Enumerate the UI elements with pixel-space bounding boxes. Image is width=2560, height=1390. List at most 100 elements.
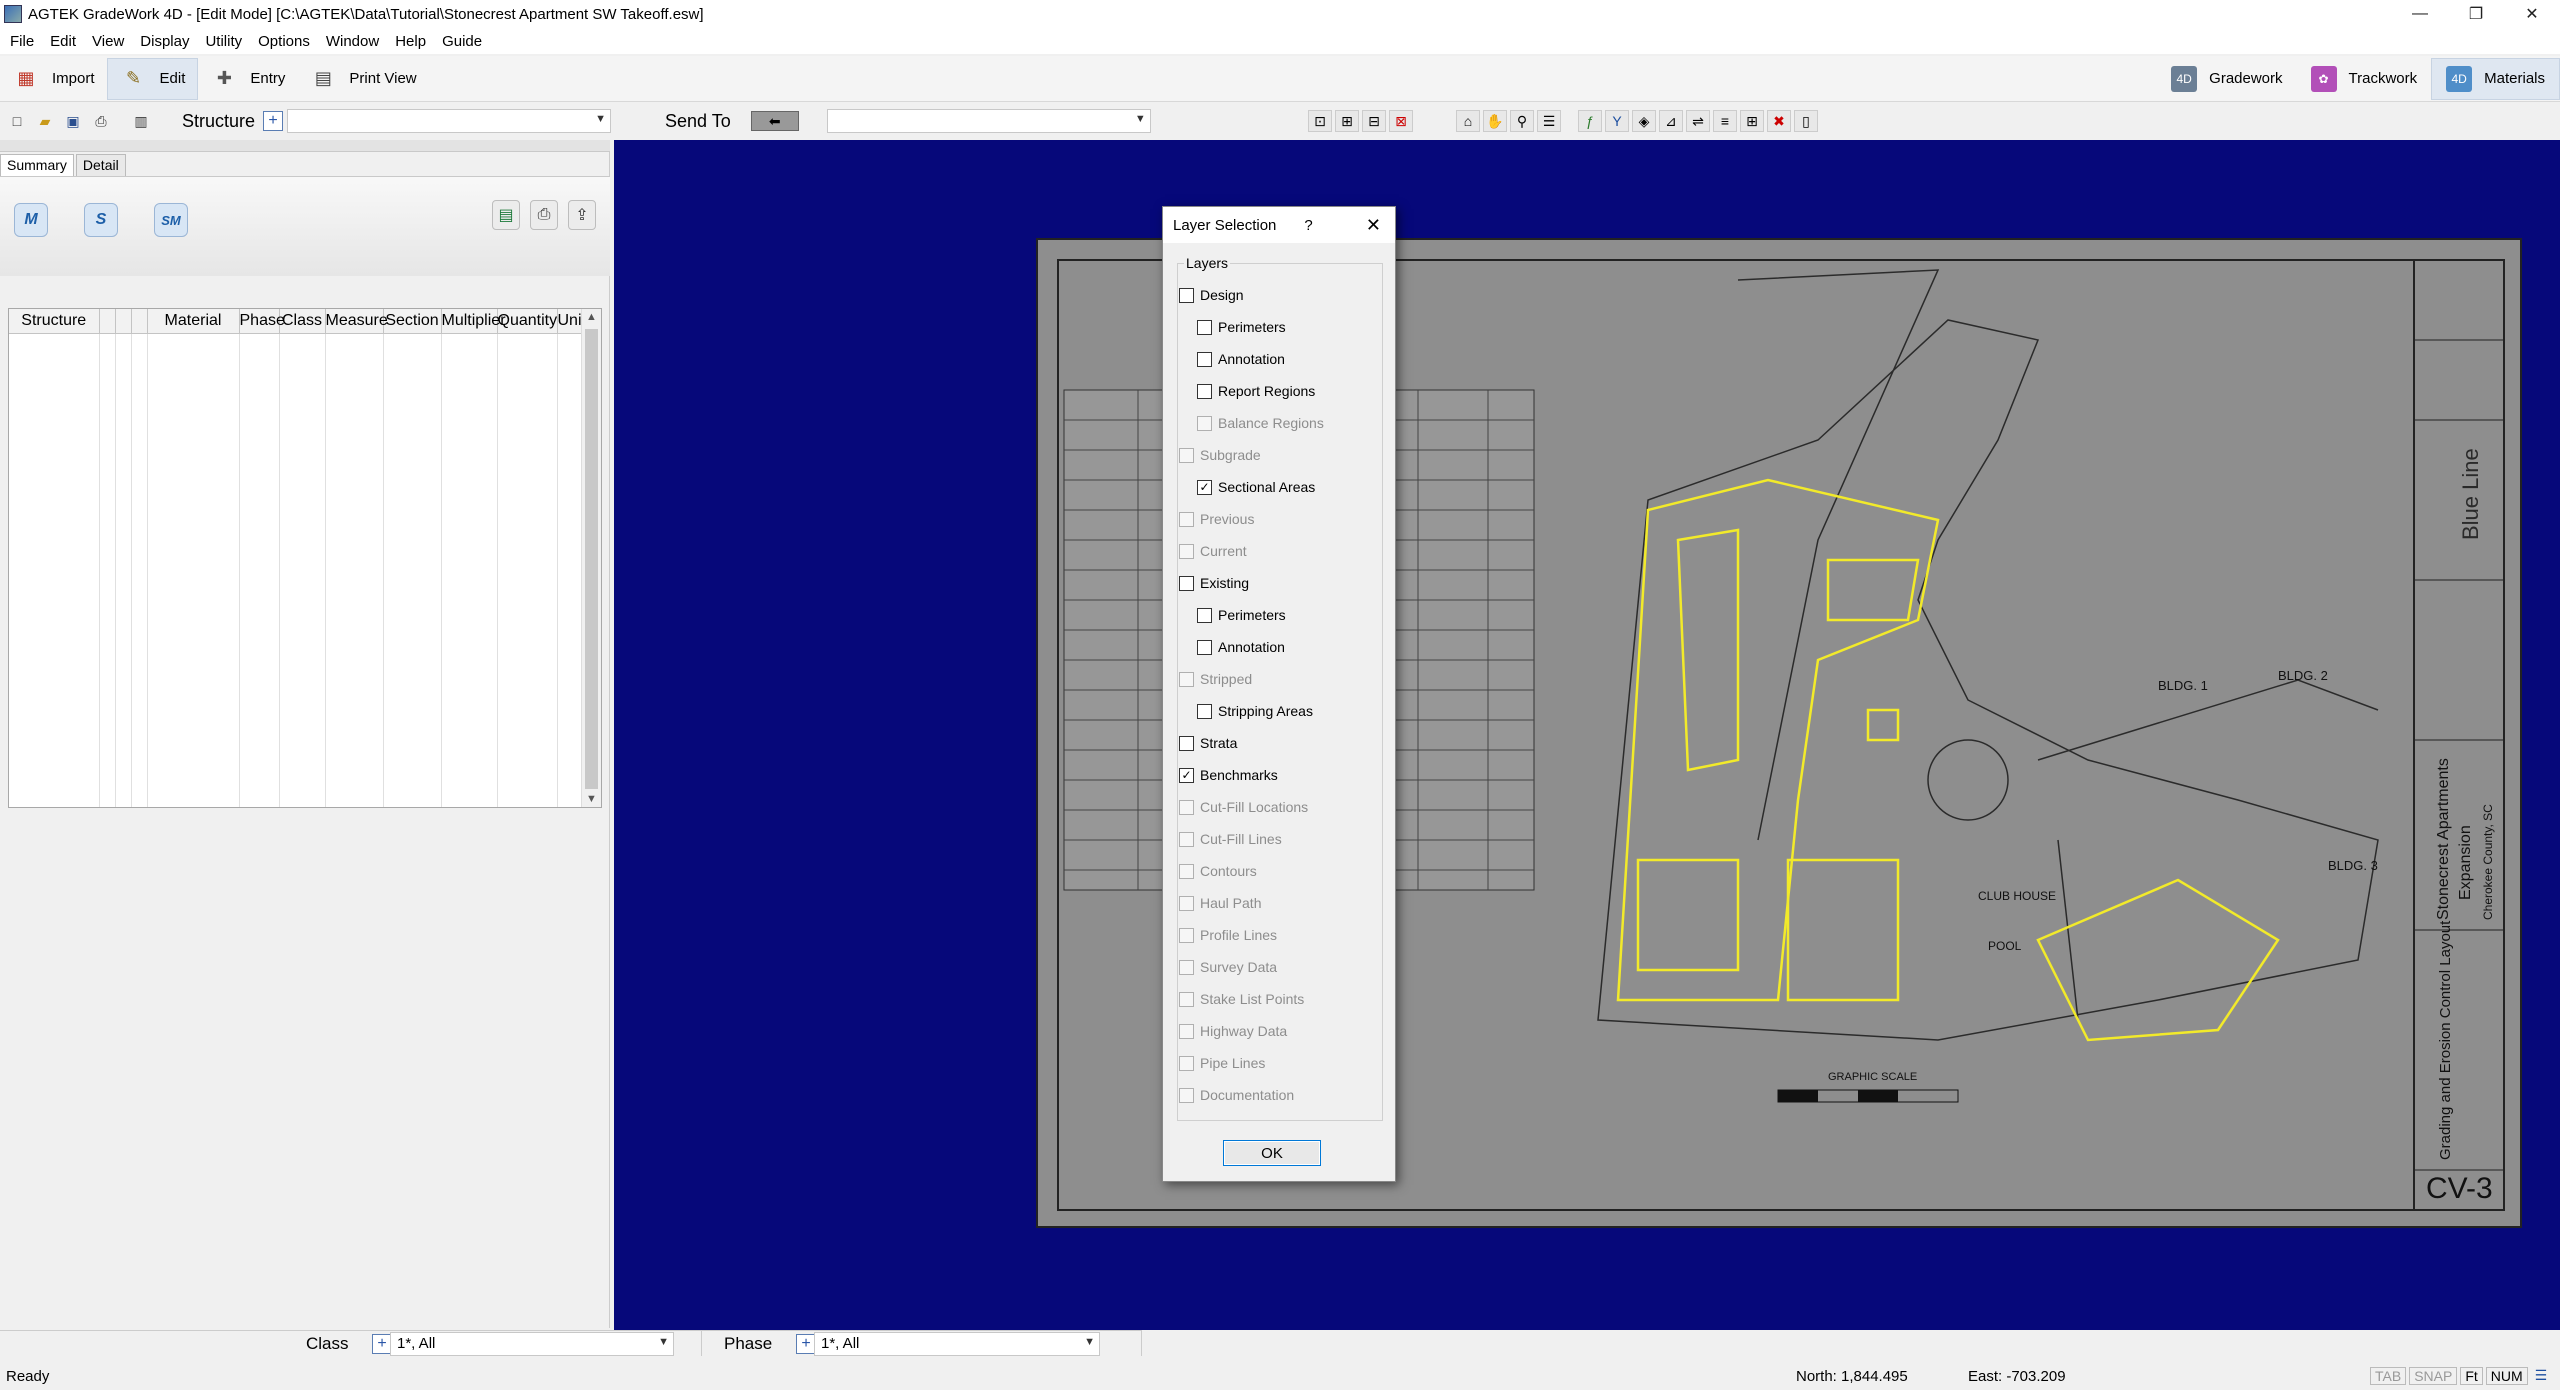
zoom-icon[interactable]: ⚲ (1510, 110, 1534, 132)
layer-selection-dialog: Layer Selection ? ✕ Layers OK Design Peri… (1162, 206, 1396, 1182)
layer-design-checkbox[interactable]: Design (1179, 285, 1244, 305)
menu-utility[interactable]: Utility (197, 33, 250, 50)
zoom-window-icon[interactable]: ⊡ (1308, 110, 1332, 132)
checkbox-icon[interactable] (1179, 735, 1194, 751)
menu-edit[interactable]: Edit (42, 33, 84, 50)
checkbox-icon[interactable] (1197, 607, 1212, 623)
layer-report-regions-checkbox[interactable]: Report Regions (1197, 381, 1315, 401)
grid-icon[interactable]: ⊞ (1740, 110, 1764, 132)
edit-mode-button[interactable]: ✎ Edit (106, 57, 199, 100)
zoom-extents-icon[interactable]: ⊞ (1335, 110, 1359, 132)
delete-icon[interactable]: ✖ (1767, 110, 1791, 132)
trackwork-button[interactable]: ✿ Trackwork (2297, 58, 2432, 100)
new-file-icon[interactable]: □ (6, 110, 28, 132)
zoom-region-icon[interactable]: ⊠ (1389, 110, 1413, 132)
col-quantity[interactable]: Quantity (497, 309, 558, 334)
class-value: 1*, All (397, 1335, 436, 1352)
close-button[interactable]: ✕ (2504, 0, 2560, 28)
layer-existing-checkbox[interactable]: Existing (1179, 573, 1249, 593)
menu-view[interactable]: View (84, 33, 132, 50)
open-folder-icon[interactable]: ▰ (34, 110, 56, 132)
class-add-button[interactable]: + (372, 1334, 392, 1354)
menu-window[interactable]: Window (318, 33, 387, 50)
send-to-combo[interactable]: ▼ (826, 109, 1151, 133)
measure-icon[interactable]: ⊿ (1659, 110, 1683, 132)
menu-display[interactable]: Display (132, 33, 197, 50)
report-icon[interactable]: ▯ (1794, 110, 1818, 132)
col-unit[interactable]: Unit (557, 309, 586, 334)
col-flag-3[interactable] (131, 309, 148, 334)
dialog-close-button[interactable]: ✕ (1366, 215, 1381, 236)
import-mode-button[interactable]: ▦ Import (0, 58, 107, 100)
col-phase[interactable]: Phase (239, 309, 285, 334)
dialog-help-button[interactable]: ? (1304, 217, 1312, 234)
checkbox-icon[interactable] (1197, 383, 1212, 399)
scroll-up-icon[interactable]: ▲ (586, 311, 597, 323)
table-scrollbar[interactable]: ▲ ▼ (581, 309, 601, 807)
phase-add-button[interactable]: + (796, 1334, 816, 1354)
structure-add-button[interactable]: + (263, 111, 284, 131)
ok-button[interactable]: OK (1223, 1140, 1321, 1166)
layer-annotation-checkbox[interactable]: Annotation (1197, 637, 1285, 657)
save-icon[interactable]: ▣ (62, 110, 84, 132)
tab-detail[interactable]: Detail (75, 154, 126, 176)
checkbox-icon (1179, 895, 1194, 911)
checkbox-icon[interactable] (1179, 287, 1194, 303)
pan-hand-icon[interactable]: ✋ (1483, 110, 1507, 132)
scroll-down-icon[interactable]: ▼ (586, 793, 597, 805)
layer-stripping-areas-checkbox[interactable]: Stripping Areas (1197, 701, 1313, 721)
checkbox-icon[interactable] (1197, 703, 1212, 719)
home-icon[interactable]: ⌂ (1456, 110, 1480, 132)
export-excel-icon[interactable]: ▤ (492, 200, 520, 230)
checkbox-icon[interactable] (1197, 319, 1212, 335)
menu-file[interactable]: File (2, 33, 42, 50)
print-report-button[interactable]: ⎙ (530, 200, 558, 230)
layer-perimeters-checkbox[interactable]: Perimeters (1197, 605, 1286, 625)
layout-icon[interactable]: ▥ (130, 110, 152, 132)
menu-guide[interactable]: Guide (434, 33, 490, 50)
checkbox-icon[interactable] (1197, 351, 1212, 367)
print-view-mode-button[interactable]: ▤ Print View (297, 58, 428, 100)
col-flag-2[interactable] (115, 309, 132, 334)
summary-table[interactable]: Structure Material Phase Class Measure S… (8, 308, 602, 808)
tab-summary[interactable]: Summary (0, 154, 74, 176)
layer-strata-checkbox[interactable]: Strata (1179, 733, 1237, 753)
minimize-button[interactable]: — (2392, 0, 2448, 28)
col-class[interactable]: Class (279, 309, 326, 334)
scroll-thumb[interactable] (585, 329, 598, 789)
layer-annotation-checkbox[interactable]: Annotation (1197, 349, 1285, 369)
class-combo[interactable]: 1*, All ▼ (390, 1332, 674, 1356)
col-structure[interactable]: Structure (9, 309, 100, 334)
phase-combo[interactable]: 1*, All ▼ (814, 1332, 1100, 1356)
entry-mode-button[interactable]: ✚ Entry (198, 58, 297, 100)
zoom-previous-icon[interactable]: ⊟ (1362, 110, 1386, 132)
col-section[interactable]: Section (383, 309, 442, 334)
col-material[interactable]: Material (147, 309, 240, 334)
checkbox-icon[interactable] (1179, 575, 1194, 591)
col-flag-1[interactable] (99, 309, 116, 334)
draw-tool-icon[interactable]: ƒ (1578, 110, 1602, 132)
checkbox-icon[interactable] (1197, 639, 1212, 655)
materials-button[interactable]: 4D Materials (2431, 57, 2560, 100)
layer-benchmarks-checkbox[interactable]: ✓ Benchmarks (1179, 765, 1278, 785)
send-to-button[interactable]: ⬅ (750, 111, 799, 131)
export-report-icon-button[interactable]: ⇪ (568, 200, 596, 230)
col-multiplier[interactable]: Multiplier (441, 309, 506, 334)
snap-tool-icon[interactable]: ◈ (1632, 110, 1656, 132)
layer-sectional-areas-checkbox[interactable]: ✓ Sectional Areas (1197, 477, 1315, 497)
structure-combo[interactable]: ▼ (287, 109, 612, 133)
lines-icon[interactable]: ≡ (1713, 110, 1737, 132)
menu-options[interactable]: Options (250, 33, 318, 50)
filter-icon[interactable]: Y (1605, 110, 1629, 132)
layer-perimeters-checkbox[interactable]: Perimeters (1197, 317, 1286, 337)
col-measure[interactable]: Measure (325, 309, 388, 334)
menu-help[interactable]: Help (387, 33, 434, 50)
align-icon[interactable]: ⇌ (1686, 110, 1710, 132)
maximize-button[interactable]: ❐ (2448, 0, 2504, 28)
checkbox-checked-icon[interactable]: ✓ (1197, 479, 1212, 495)
checkbox-checked-icon[interactable]: ✓ (1179, 767, 1194, 783)
layers-icon[interactable]: ☰ (1537, 110, 1561, 132)
layer-haul-path-checkbox: Haul Path (1179, 893, 1261, 913)
print-icon[interactable]: ⎙ (90, 110, 112, 132)
gradework-button[interactable]: 4D Gradework (2157, 58, 2296, 100)
